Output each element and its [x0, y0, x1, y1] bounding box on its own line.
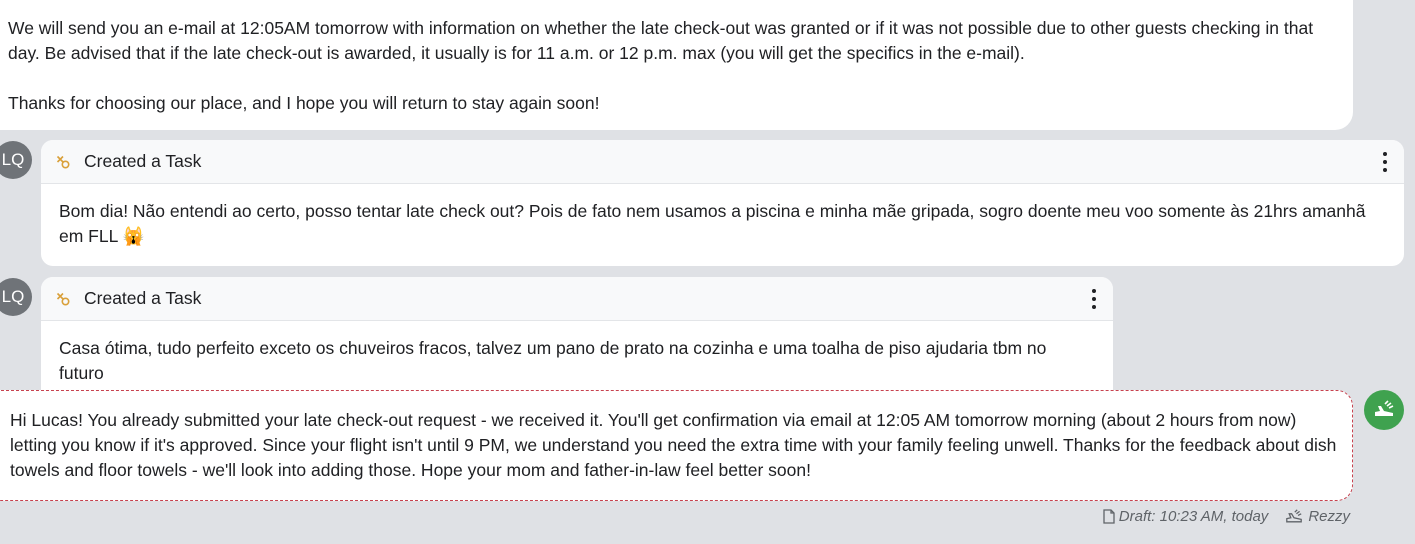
task-card-header: Created a Task [41, 277, 1113, 321]
guest-avatar[interactable]: LQ [0, 278, 32, 316]
task-card-header: Created a Task [41, 140, 1404, 184]
document-icon [1103, 509, 1115, 524]
task-message-text: Bom dia! Não entendi ao certo, posso ten… [59, 201, 1366, 246]
task-icon [56, 154, 72, 170]
more-vertical-icon[interactable] [1087, 289, 1101, 309]
draft-reply-text: Hi Lucas! You already submitted your lat… [10, 410, 1337, 480]
draft-reply-bubble[interactable]: Hi Lucas! You already submitted your lat… [0, 390, 1353, 501]
draft-author: Rezzy [1284, 508, 1350, 525]
draft-status-text: Draft: 10:23 AM, today [1118, 508, 1269, 525]
task-title: Created a Task [84, 288, 202, 308]
task-title: Created a Task [84, 151, 202, 171]
task-icon [56, 291, 72, 307]
rezzy-bot-icon[interactable] [1364, 390, 1404, 430]
previous-message-paragraph-1: We will send you an e-mail at 12:05AM to… [8, 18, 1314, 63]
draft-status: Draft: 10:23 AM, today [1103, 508, 1269, 525]
previous-message-bubble: We will send you an e-mail at 12:05AM to… [0, 0, 1353, 130]
rezzy-bot-icon [1286, 508, 1303, 522]
more-vertical-icon[interactable] [1378, 152, 1392, 172]
task-card: Created a Task Bom dia! Não entendi ao c… [41, 140, 1404, 266]
draft-meta: Draft: 10:23 AM, today Rezzy [1103, 508, 1350, 525]
previous-message-paragraph-2: Thanks for choosing our place, and I hop… [8, 93, 600, 113]
task-card: Created a Task Casa ótima, tudo perfeito… [41, 277, 1113, 403]
draft-author-name: Rezzy [1308, 508, 1350, 525]
guest-avatar[interactable]: LQ [0, 141, 32, 179]
